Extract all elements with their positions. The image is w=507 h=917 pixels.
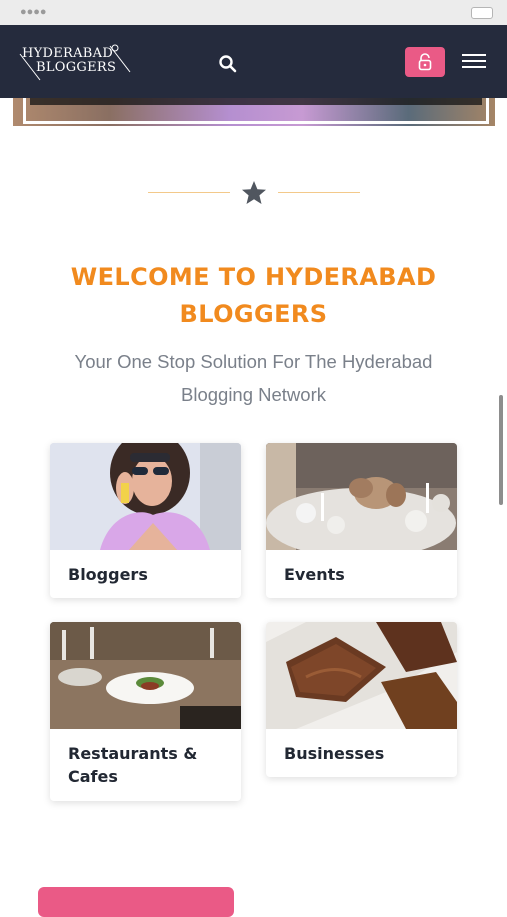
status-signal: ●●●●: [20, 6, 47, 18]
category-card-restaurants-cafes[interactable]: Restaurants & Cafes: [50, 622, 241, 801]
category-card-businesses[interactable]: Businesses: [266, 622, 457, 777]
restaurant-dining-photo: [50, 622, 241, 729]
hamburger-menu-button[interactable]: [460, 50, 488, 74]
businesses-photo-art: [266, 622, 457, 729]
woman-in-sunglasses-photo: [50, 443, 241, 550]
bloggers-photo-art: [50, 443, 241, 550]
site-logo[interactable]: HYDERABAD BLOGGERS: [18, 40, 133, 84]
logo-text-line2: BLOGGERS: [36, 60, 117, 75]
category-card-bloggers[interactable]: Bloggers: [50, 443, 241, 598]
hamburger-menu-icon-bar: [462, 66, 486, 68]
hamburger-menu-icon-bar: [462, 54, 486, 56]
category-card-events[interactable]: Events: [266, 443, 457, 598]
hero-banner-image: [13, 98, 495, 126]
login-button[interactable]: [405, 47, 445, 77]
divider-line-right: [278, 192, 360, 193]
site-header: HYDERABAD BLOGGERS: [0, 25, 507, 98]
search-button[interactable]: [216, 52, 240, 76]
status-bar: ●●●●: [0, 0, 507, 25]
welcome-subtitle: Your One Stop Solution For The Hyderabad…: [74, 351, 433, 405]
logo-text-line1: HYDERABAD: [22, 46, 114, 61]
battery-icon: [471, 7, 493, 19]
card-label: Businesses: [284, 744, 385, 763]
chocolate-brownies-photo: [266, 622, 457, 729]
welcome-heading: WELCOME TO HYDERABAD BLOGGERS: [70, 263, 437, 328]
section-divider: [148, 180, 360, 206]
events-photo-art: [266, 443, 457, 550]
page-scrollbar[interactable]: [499, 395, 503, 505]
card-label: Bloggers: [68, 565, 148, 584]
restaurants-photo-art: [50, 622, 241, 729]
event-table-photo: [266, 443, 457, 550]
banner-frame: [23, 98, 489, 124]
card-label: Restaurants & Cafes: [68, 744, 198, 786]
cta-button[interactable]: [38, 887, 234, 917]
search-icon: [219, 55, 237, 73]
star-icon: [242, 181, 266, 204]
hamburger-menu-icon-bar: [462, 60, 486, 62]
lock-open-icon: [418, 53, 432, 71]
divider-line-left: [148, 192, 230, 193]
card-label: Events: [284, 565, 345, 584]
